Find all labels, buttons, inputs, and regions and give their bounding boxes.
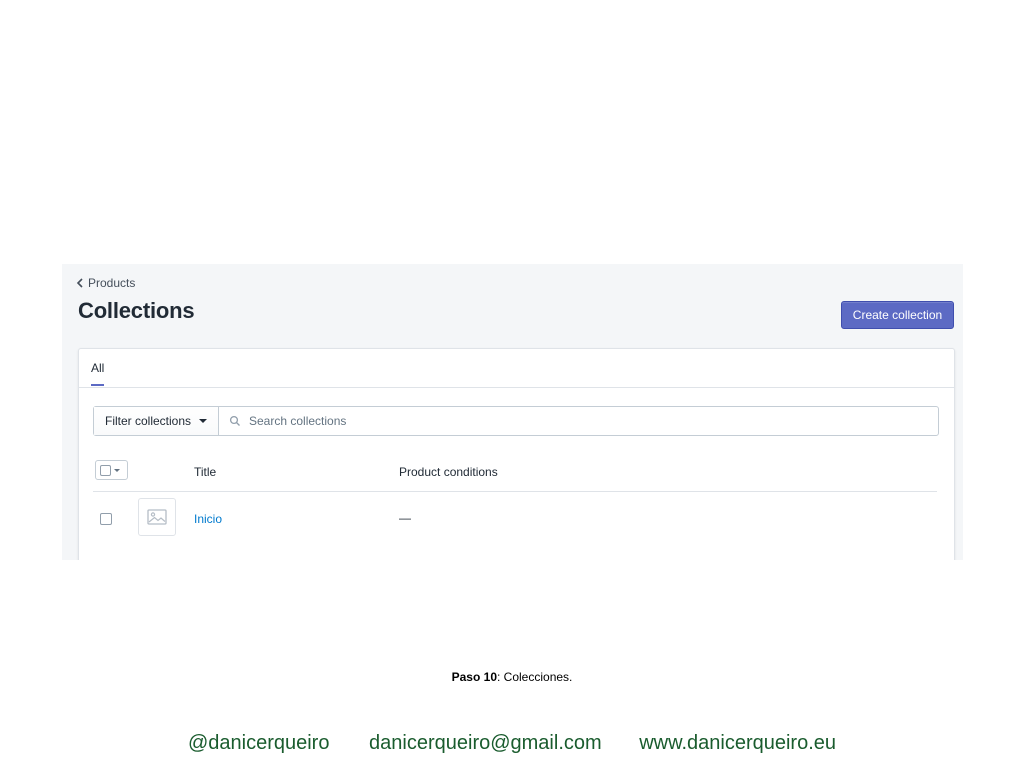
breadcrumb-label: Products [88,276,136,290]
filter-collections-button[interactable]: Filter collections [94,407,219,435]
row-checkbox[interactable] [100,513,112,525]
table-header: Title Product conditions [93,459,937,492]
filter-bar: Filter collections [93,406,939,436]
collection-title-link[interactable]: Inicio [194,512,222,526]
search-field [219,407,938,435]
bulk-select-dropdown[interactable] [95,460,128,480]
slide-caption: Paso 10: Colecciones. [0,670,1024,684]
breadcrumb-back-products[interactable]: Products [76,276,135,290]
collections-card: All Filter collections Title Product con [78,348,955,560]
collection-conditions: — [399,511,411,525]
filter-button-label: Filter collections [104,414,192,428]
footer-website: www.danicerqueiro.eu [639,732,837,754]
column-header-product-conditions: Product conditions [399,465,498,479]
search-icon [229,415,240,426]
footer-email: danicerqueiro@gmail.com [369,732,602,754]
caret-down-icon [114,468,120,472]
collection-thumbnail [138,498,176,536]
app-screenshot: Products Collections Create collection A… [62,264,963,560]
tab-all[interactable]: All [91,361,105,386]
image-placeholder-icon [147,509,167,525]
select-all-checkbox[interactable] [100,464,111,476]
slide-footer: @danicerqueiro danicerqueiro@gmail.com w… [0,732,1024,755]
search-input[interactable] [247,413,938,429]
caret-down-icon [199,419,208,423]
chevron-left-icon [76,278,83,288]
tab-bar: All [79,349,954,388]
caption-text: : Colecciones. [497,670,573,684]
column-header-title[interactable]: Title [194,465,216,479]
page-title: Collections [78,298,195,323]
footer-twitter: @danicerqueiro [187,732,330,754]
caption-step: Paso 10 [451,670,497,684]
table-row[interactable]: Inicio — [93,492,937,546]
create-collection-button[interactable]: Create collection [841,301,954,329]
